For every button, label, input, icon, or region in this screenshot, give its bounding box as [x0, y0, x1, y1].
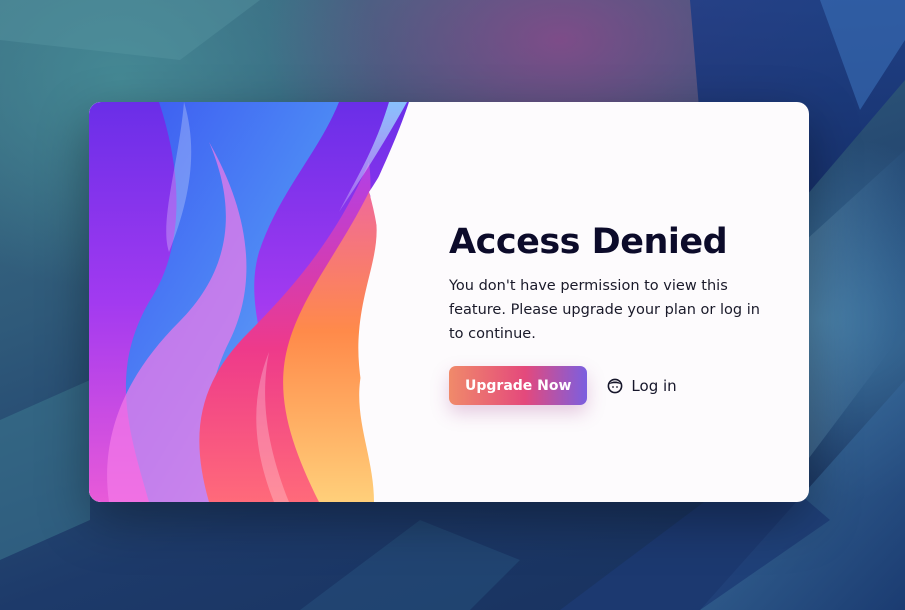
desktop-background: Access Denied You don't have permission …	[0, 0, 905, 610]
dialog-title: Access Denied	[449, 222, 728, 262]
abstract-wave-illustration	[89, 102, 429, 502]
log-in-label: Log in	[631, 376, 677, 395]
user-face-icon	[607, 378, 623, 394]
upgrade-now-button[interactable]: Upgrade Now	[449, 366, 588, 405]
access-denied-dialog: Access Denied You don't have permission …	[89, 102, 809, 502]
dialog-actions: Upgrade Now Log in	[449, 366, 769, 405]
dialog-message: You don't have permission to view this f…	[449, 278, 760, 342]
wave-artwork	[89, 102, 429, 502]
dialog-content: Access Denied You don't have permission …	[449, 220, 769, 405]
log-in-button[interactable]: Log in	[607, 376, 677, 395]
